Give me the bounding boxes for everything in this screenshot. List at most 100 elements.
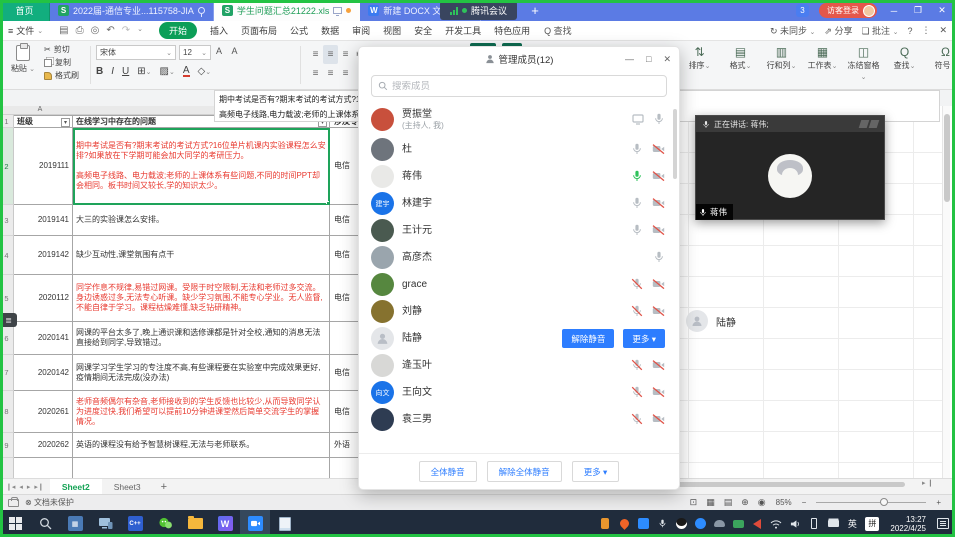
add-sheet-button[interactable]: +	[153, 481, 175, 493]
panel-scrollbar[interactable]	[673, 109, 677, 179]
member-row[interactable]: 陆静 解除静音更多 ▾	[359, 325, 679, 352]
column-header-strip[interactable]: A	[0, 106, 214, 115]
minimize-button[interactable]: ─	[887, 6, 901, 16]
menu-tab[interactable]: 公式	[290, 24, 308, 37]
guest-login-button[interactable]: 访客登录	[819, 3, 877, 18]
cell-issue[interactable]: 英语的课程没有给予智慧树课程,无法与老师联系。	[73, 433, 330, 458]
share-button[interactable]: ⇗ 分享	[824, 24, 852, 37]
mic-icon[interactable]	[631, 197, 643, 211]
zoom-out-button[interactable]: −	[802, 498, 807, 507]
cam-off-icon[interactable]	[652, 386, 665, 400]
cam-off-icon[interactable]	[652, 170, 665, 184]
align-middle-button[interactable]: ≡	[323, 45, 338, 64]
reading-mode-float[interactable]: ≣	[0, 313, 17, 327]
wechat-app[interactable]	[150, 510, 180, 537]
cam-off-icon[interactable]	[652, 359, 665, 373]
wps-app[interactable]: W	[210, 510, 240, 537]
panel-maximize-icon[interactable]: □	[646, 54, 651, 64]
font-size-select[interactable]: 12⌄	[179, 45, 211, 60]
speaker-video-window[interactable]: 正在讲话: 蒋伟; 蒋伟	[695, 115, 885, 220]
cam-off-icon[interactable]	[652, 197, 665, 211]
document-tab[interactable]: S 2022届-通信专业...115758-JIA	[50, 0, 214, 21]
mic-icon[interactable]	[631, 224, 643, 238]
ime-pinyin-indicator[interactable]: 拼	[865, 517, 879, 531]
row-number[interactable]: 8	[0, 391, 14, 433]
align-left-button[interactable]: ≡	[308, 64, 323, 83]
cell-issue[interactable]: 网课的平台太多了,晚上通识课和选修课都是针对全校,通知的消息无法直接给到同学,导…	[73, 322, 330, 355]
more-button[interactable]: 更多 ▾	[572, 461, 620, 482]
header-class[interactable]: 班级▾	[14, 115, 73, 128]
more-menu-icon[interactable]: ⋮	[921, 25, 930, 36]
member-row[interactable]: 王计元	[359, 217, 679, 244]
menu-tab[interactable]: 数据	[321, 24, 339, 37]
align-center-button[interactable]: ≡	[323, 64, 338, 83]
mic-muted-icon[interactable]	[631, 278, 643, 292]
cell-issue[interactable]: 大三的实验课怎么安排。	[73, 205, 330, 236]
ribbon-group-button[interactable]: ▤ 格式⌄	[722, 44, 759, 81]
mic-muted-icon[interactable]	[631, 413, 643, 427]
volume-tray-icon[interactable]	[789, 518, 801, 530]
member-row[interactable]: 逄玉叶	[359, 352, 679, 379]
redo-icon[interactable]: ↷	[122, 25, 130, 36]
unmute-button[interactable]: 解除静音	[562, 329, 614, 348]
menu-tab[interactable]: 视图	[383, 24, 401, 37]
row-number[interactable]: 2	[0, 128, 14, 205]
cell-class[interactable]: 2020142	[14, 355, 73, 391]
file-menu[interactable]: ≡ 文件 ⌄	[0, 24, 51, 37]
cell-class[interactable]: 2020141	[14, 322, 73, 355]
member-row[interactable]: 建宇 林建宇	[359, 190, 679, 217]
message-badge[interactable]: 3	[796, 4, 809, 17]
ribbon-group-button[interactable]: ▥ 行和列⌄	[763, 44, 800, 81]
device-tray-icon[interactable]	[808, 518, 820, 530]
cell-issue[interactable]: 网课学习学生学习的专注度不高,有些课程要在实验室中完成效果更好,疫情期间无法完成…	[73, 355, 330, 391]
notification-center-icon[interactable]	[937, 518, 949, 529]
font-name-select[interactable]: 宋体⌄	[96, 45, 176, 60]
screen-icon[interactable]	[632, 113, 644, 127]
cpp-app[interactable]: C++	[120, 510, 150, 537]
menu-tab[interactable]: 安全	[414, 24, 432, 37]
cam-off-icon[interactable]	[652, 143, 665, 157]
cell-issue[interactable]: 单片机和信号与系统学习比较困难	[73, 458, 330, 478]
scrollbar-thumb[interactable]	[944, 114, 950, 202]
notepad-app[interactable]	[270, 510, 300, 537]
page-break-view-icon[interactable]: ▤	[724, 497, 733, 508]
mic-tray-icon[interactable]	[656, 518, 668, 530]
menu-tab[interactable]: 页面布局	[241, 24, 277, 37]
panel-minimize-icon[interactable]: —	[625, 54, 634, 64]
new-tab-button[interactable]: +	[525, 0, 545, 21]
mic-green-icon[interactable]	[631, 170, 643, 184]
row-number[interactable]: 3	[0, 205, 14, 236]
cell-class[interactable]: 2019142	[14, 236, 73, 275]
cell-issue[interactable]: 期中考试是否有?期末考试的考试方式?16位单片机课内实验课程怎么安排?如果放在下…	[73, 128, 330, 205]
document-tab[interactable]: S 学生问题汇总21222.xls	[214, 0, 361, 21]
close-document-icon[interactable]: ✕	[939, 25, 947, 36]
mic-muted-icon[interactable]	[631, 386, 643, 400]
clock[interactable]: 13:27 2022/4/25	[890, 515, 926, 533]
ribbon-group-button[interactable]: ⇅ 排序⌄	[681, 44, 718, 81]
member-search-box[interactable]	[371, 75, 667, 97]
member-row[interactable]: 高彦杰	[359, 244, 679, 271]
zoom-slider[interactable]	[816, 502, 926, 503]
cut-button[interactable]: ✂ 剪切	[44, 44, 79, 55]
display-tray-icon[interactable]	[732, 518, 744, 530]
zoom-level[interactable]: 85%	[776, 498, 792, 507]
audio-alert-tray-icon[interactable]	[751, 518, 763, 530]
meeting-status-pill[interactable]: 腾讯会议	[440, 1, 517, 20]
align-right-button[interactable]: ≡	[338, 64, 353, 83]
find-button[interactable]: Q 查找	[544, 24, 572, 37]
normal-view-icon[interactable]: ▦	[706, 497, 715, 508]
cell-class[interactable]: 2020112	[14, 275, 73, 322]
cell-issue[interactable]: 缺少互动性,课堂氛围有点干	[73, 236, 330, 275]
clear-format-button[interactable]: ◇⌄	[198, 66, 212, 77]
calculator-app[interactable]: ▦	[60, 510, 90, 537]
zoom-slider-thumb[interactable]	[880, 498, 888, 506]
ime-en-indicator[interactable]: 英	[846, 518, 858, 530]
new-doc-icon[interactable]: ▤	[59, 25, 68, 36]
sheet-tab[interactable]: Sheet2	[50, 479, 102, 495]
print-icon[interactable]: ⎙	[76, 25, 84, 36]
protection-status[interactable]: ⊗ 文档未保护	[25, 497, 74, 508]
mic-icon[interactable]	[631, 143, 643, 157]
menu-tab[interactable]: 审阅	[352, 24, 370, 37]
mic-muted-icon[interactable]	[631, 359, 643, 373]
bold-button[interactable]: B	[96, 66, 103, 77]
